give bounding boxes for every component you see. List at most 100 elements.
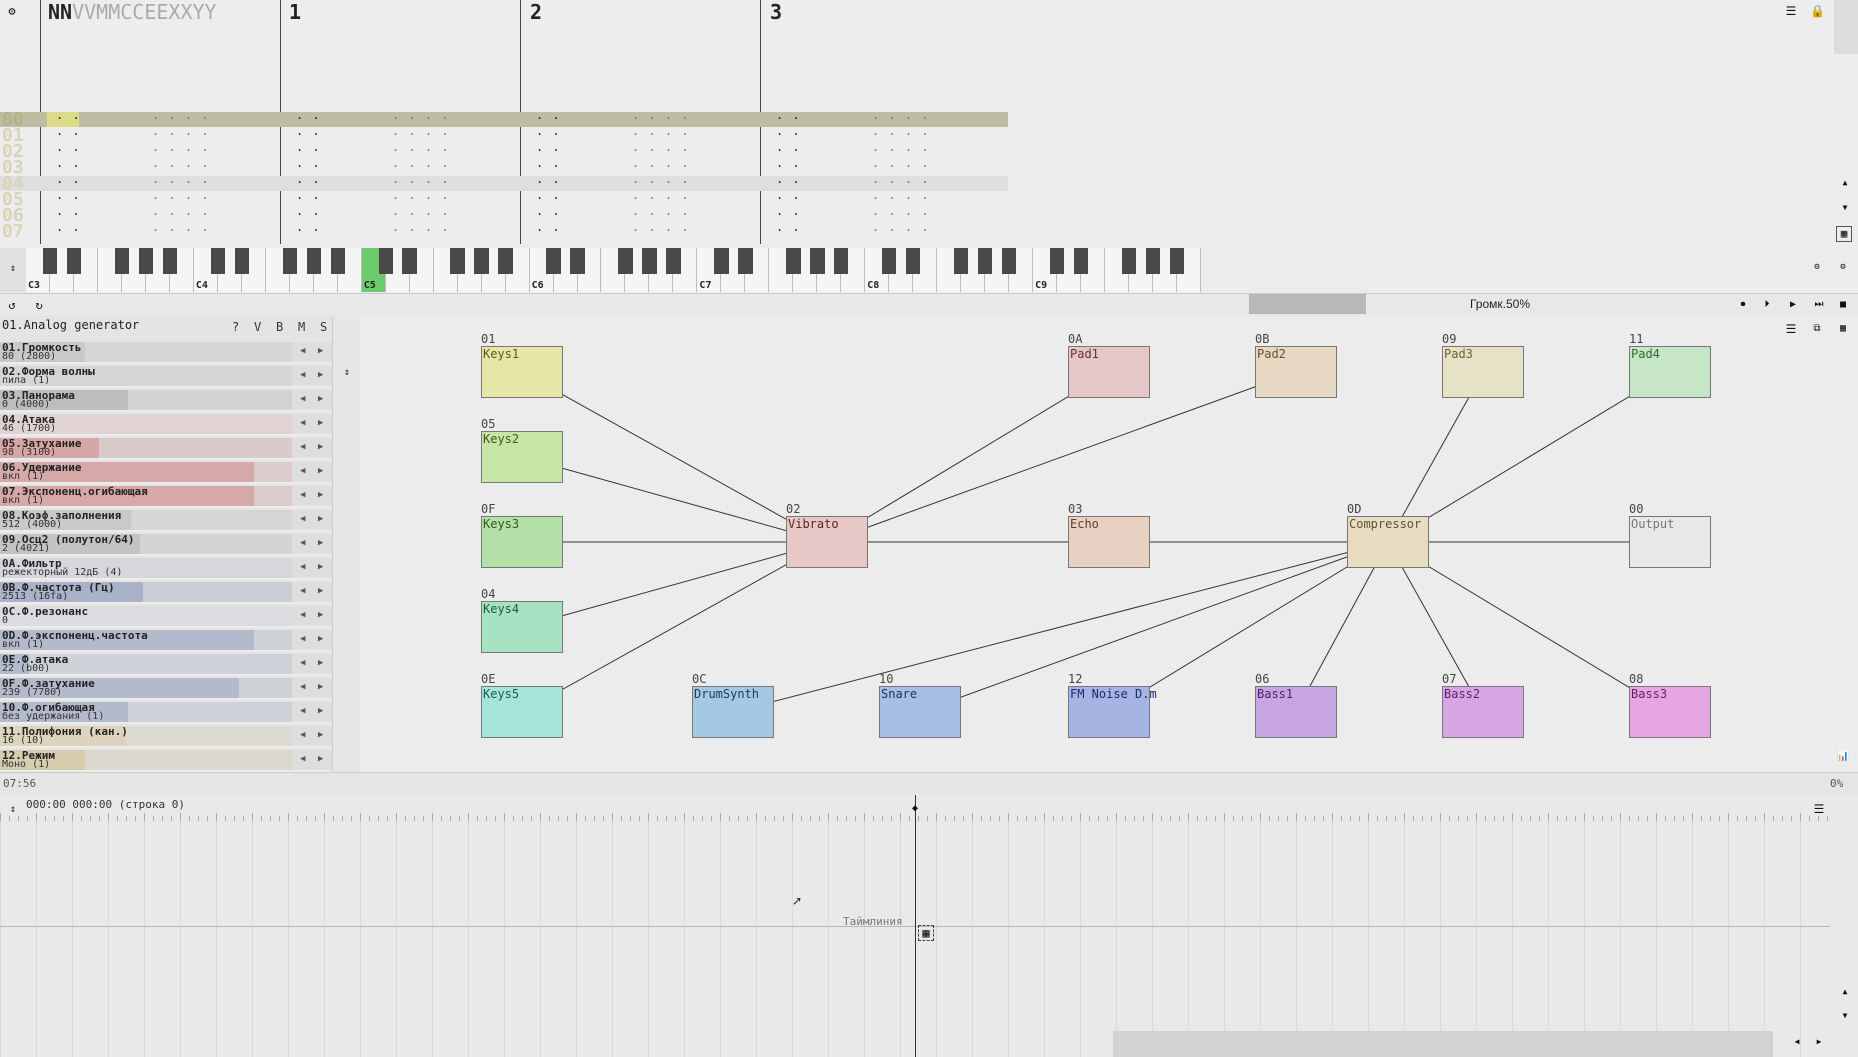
param-decrease-icon[interactable]: ◀ [300,682,305,692]
keyboard-set-icon[interactable]: ⚙ [1810,260,1824,274]
effect-cell[interactable]: . . . . [872,140,930,154]
effect-cell[interactable]: . . . . [872,204,930,218]
param-decrease-icon[interactable]: ◀ [300,634,305,644]
scroll-right-icon[interactable]: ▶ [1812,1035,1826,1049]
settings-icon[interactable]: ⚙ [5,4,19,18]
note-cell[interactable]: . . [776,188,801,202]
black-key[interactable] [210,248,226,274]
black-key[interactable] [546,248,561,274]
param-decrease-icon[interactable]: ◀ [300,538,305,548]
param-increase-icon[interactable]: ▶ [318,706,323,716]
param-decrease-icon[interactable]: ◀ [300,586,305,596]
note-cell[interactable]: . . [536,172,561,186]
instrument-flag-s[interactable]: S [320,320,327,334]
param-increase-icon[interactable]: ▶ [318,346,323,356]
param-decrease-icon[interactable]: ◀ [300,610,305,620]
effect-cell[interactable]: . . . . [152,124,210,138]
note-cell[interactable]: . . [56,124,81,138]
node-keys5[interactable]: Keys5 [481,686,563,738]
effect-cell[interactable]: . . . . [392,220,450,234]
instrument-flag-help[interactable]: ? [232,320,239,334]
note-cell[interactable]: . . [536,204,561,218]
param-row[interactable]: 11.Полифония (кан.) 16 (10) ◀ ▶ [0,726,332,748]
param-increase-icon[interactable]: ▶ [318,442,323,452]
black-key[interactable] [834,248,849,274]
node-output[interactable]: Output [1629,516,1711,568]
param-decrease-icon[interactable]: ◀ [300,490,305,500]
volume-slider[interactable] [1249,294,1366,314]
param-decrease-icon[interactable]: ◀ [300,562,305,572]
updown-icon[interactable]: ⇕ [6,262,20,276]
redo-icon[interactable]: ↻ [32,298,46,312]
effect-cell[interactable]: . . . . [872,124,930,138]
param-increase-icon[interactable]: ▶ [318,418,323,428]
param-increase-icon[interactable]: ▶ [318,562,323,572]
black-key[interactable] [786,248,801,274]
node-vibrato[interactable]: Vibrato [786,516,868,568]
note-cell[interactable]: . . [296,156,321,170]
channel-3-header[interactable]: 3 [770,0,782,24]
note-cell[interactable]: . . [296,124,321,138]
effect-cell[interactable]: . . . . [392,188,450,202]
effect-cell[interactable]: . . . . [872,220,930,234]
timeline-marker-icon[interactable]: ▦ [918,925,934,941]
effect-cell[interactable]: . . . . [632,188,690,202]
note-cell[interactable]: . . [776,108,801,122]
note-cell[interactable]: . . [296,220,321,234]
node-keys2[interactable]: Keys2 [481,431,563,483]
black-key[interactable] [1049,248,1065,274]
param-row[interactable]: 07.Экспоненц.огибающая вкл (1) ◀ ▶ [0,486,332,508]
playhead-handle-icon[interactable]: ◆ [908,802,922,816]
param-row[interactable]: 0C.Ф.резонанс 0 ◀ ▶ [0,606,332,628]
param-increase-icon[interactable]: ▶ [318,730,323,740]
node-bass2[interactable]: Bass2 [1442,686,1524,738]
black-key[interactable] [570,248,585,274]
record-icon[interactable]: ⏺ [1736,298,1750,312]
param-row[interactable]: 0B.Ф.частота (Гц) 2513 (16fa) ◀ ▶ [0,582,332,604]
black-key[interactable] [810,248,825,274]
node-fm-noise-d-m[interactable]: FM Noise D.m [1068,686,1157,738]
qr-icon[interactable]: ▦ [1836,226,1852,242]
note-cell[interactable]: . . [296,188,321,202]
undo-icon[interactable]: ↺ [5,298,19,312]
black-key[interactable] [306,248,321,274]
black-key[interactable] [1073,248,1089,274]
black-key[interactable] [234,248,249,274]
pattern-editor[interactable]: ⚙ NNVVMMCCEEXXYY 1 2 3 00 01 02 03 04 05 06 07 … [0,0,1858,244]
black-key[interactable] [330,248,345,274]
effect-cell[interactable]: . . . . [872,108,930,122]
node-keys1[interactable]: Keys1 [481,346,563,398]
play-icon[interactable]: ▶ [1786,298,1800,312]
note-cell[interactable]: . . [296,108,321,122]
node-snare[interactable]: Snare [879,686,961,738]
param-decrease-icon[interactable]: ◀ [300,658,305,668]
param-decrease-icon[interactable]: ◀ [300,346,305,356]
effect-cell[interactable]: . . . . [152,188,210,202]
param-decrease-icon[interactable]: ◀ [300,466,305,476]
black-key[interactable] [114,248,130,274]
graph-menu-icon[interactable]: ☰ [1784,322,1798,336]
effect-cell[interactable]: . . . . [152,140,210,154]
effect-cell[interactable]: . . . . [392,124,450,138]
black-key[interactable] [1169,248,1185,274]
note-cell[interactable]: . . [56,140,81,154]
playhead[interactable] [915,795,916,1057]
node-echo[interactable]: Echo [1068,516,1150,568]
param-row[interactable]: 05.Затухание 98 (3100) ◀ ▶ [0,438,332,460]
param-row[interactable]: 09.Осц2 (полутон/64) 2 (4021) ◀ ▶ [0,534,332,556]
pattern-scrollbar[interactable] [1834,0,1858,54]
note-cell[interactable]: . . [56,156,81,170]
param-row[interactable]: 0F.Ф.затухание 239 (7780) ◀ ▶ [0,678,332,700]
effect-cell[interactable]: . . . . [632,220,690,234]
effect-cell[interactable]: . . . . [152,204,210,218]
graph-layout-icon[interactable]: ⧉ [1810,322,1824,336]
channel-1-header[interactable]: 1 [289,0,301,24]
timeline-scroll-down-icon[interactable]: ▼ [1838,1009,1852,1023]
note-cell[interactable]: . . [56,220,81,234]
splitter-arrows-icon[interactable]: ⇕ [340,366,354,380]
param-increase-icon[interactable]: ▶ [318,658,323,668]
black-key[interactable] [906,248,921,274]
effect-cell[interactable]: . . . . [152,220,210,234]
effect-cell[interactable]: . . . . [632,124,690,138]
effect-cell[interactable]: . . . . [872,156,930,170]
